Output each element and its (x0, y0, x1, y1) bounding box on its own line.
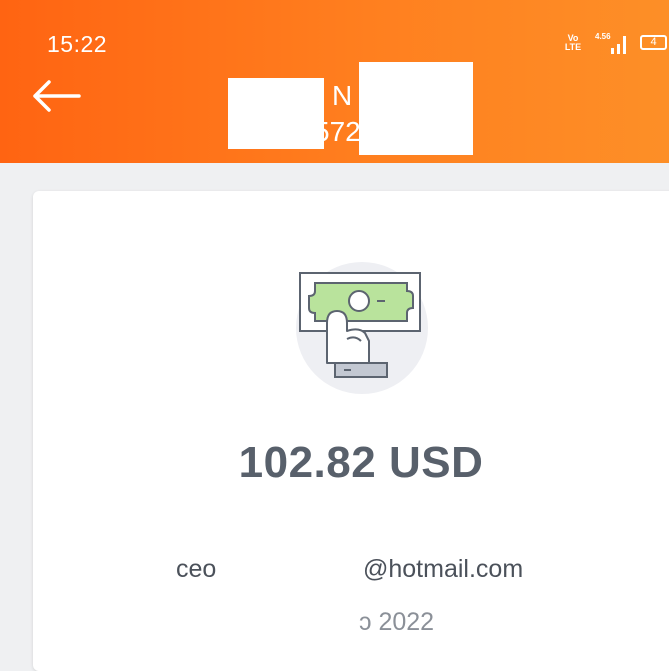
redaction-box (359, 62, 473, 155)
cash-in-hand-icon (296, 262, 428, 394)
volte-icon: Vo LTE (564, 33, 582, 52)
redaction-box (228, 78, 324, 149)
email-suffix: @hotmail.com (363, 555, 524, 583)
transaction-card: 102.82 USD ceo @hotmail.com ɔ 2022 (33, 191, 669, 671)
header-title: N t 572 (228, 62, 473, 156)
status-icons: Vo LTE 4.56 4 (564, 32, 669, 56)
battery-icon: 4 (640, 35, 667, 50)
email-prefix: ceo (176, 555, 217, 583)
transaction-amount: 102.82 USD (238, 438, 484, 487)
transaction-date: ɔ 2022 (359, 608, 435, 636)
app-header: 15:22 Vo LTE 4.56 4 N t 572 (0, 0, 669, 163)
signal-icon (598, 34, 628, 54)
title-visible-text: N (332, 80, 353, 111)
arrow-left-icon[interactable] (30, 78, 82, 114)
status-time: 15:22 (47, 31, 108, 57)
